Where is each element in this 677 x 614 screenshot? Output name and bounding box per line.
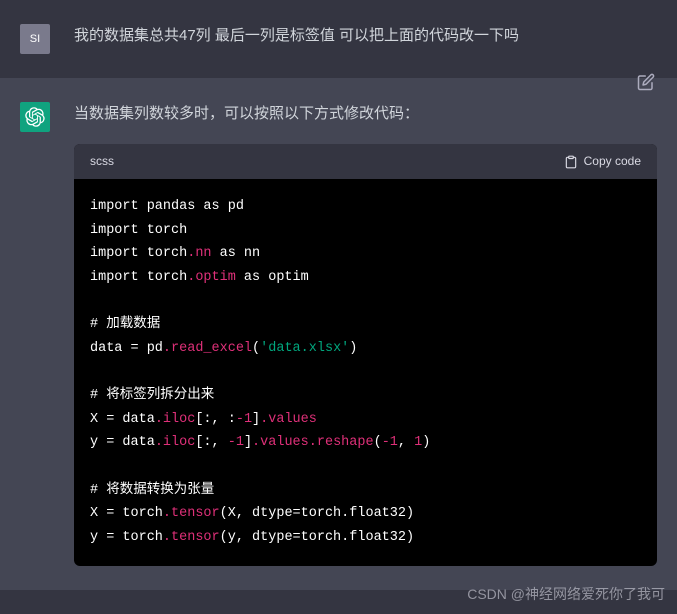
clipboard-icon xyxy=(564,155,578,169)
user-message-text: 我的数据集总共47列 最后一列是标签值 可以把上面的代码改一下吗 xyxy=(74,24,657,54)
copy-code-button[interactable]: Copy code xyxy=(564,152,641,171)
user-avatar: SI xyxy=(20,24,50,54)
assistant-message: 当数据集列数较多时，可以按照以下方式修改代码： scss Copy code i… xyxy=(0,78,677,590)
assistant-intro-text: 当数据集列数较多时，可以按照以下方式修改代码： xyxy=(74,102,657,126)
code-block: scss Copy code import pandas as pdimport… xyxy=(74,144,657,566)
edit-icon[interactable] xyxy=(637,73,655,96)
copy-code-label: Copy code xyxy=(584,152,641,171)
user-message: SI 我的数据集总共47列 最后一列是标签值 可以把上面的代码改一下吗 xyxy=(0,0,677,78)
code-language-label: scss xyxy=(90,152,114,171)
code-body[interactable]: import pandas as pdimport torchimport to… xyxy=(74,179,657,565)
assistant-content: 当数据集列数较多时，可以按照以下方式修改代码： scss Copy code i… xyxy=(74,102,657,566)
assistant-avatar xyxy=(20,102,50,132)
code-header: scss Copy code xyxy=(74,144,657,179)
